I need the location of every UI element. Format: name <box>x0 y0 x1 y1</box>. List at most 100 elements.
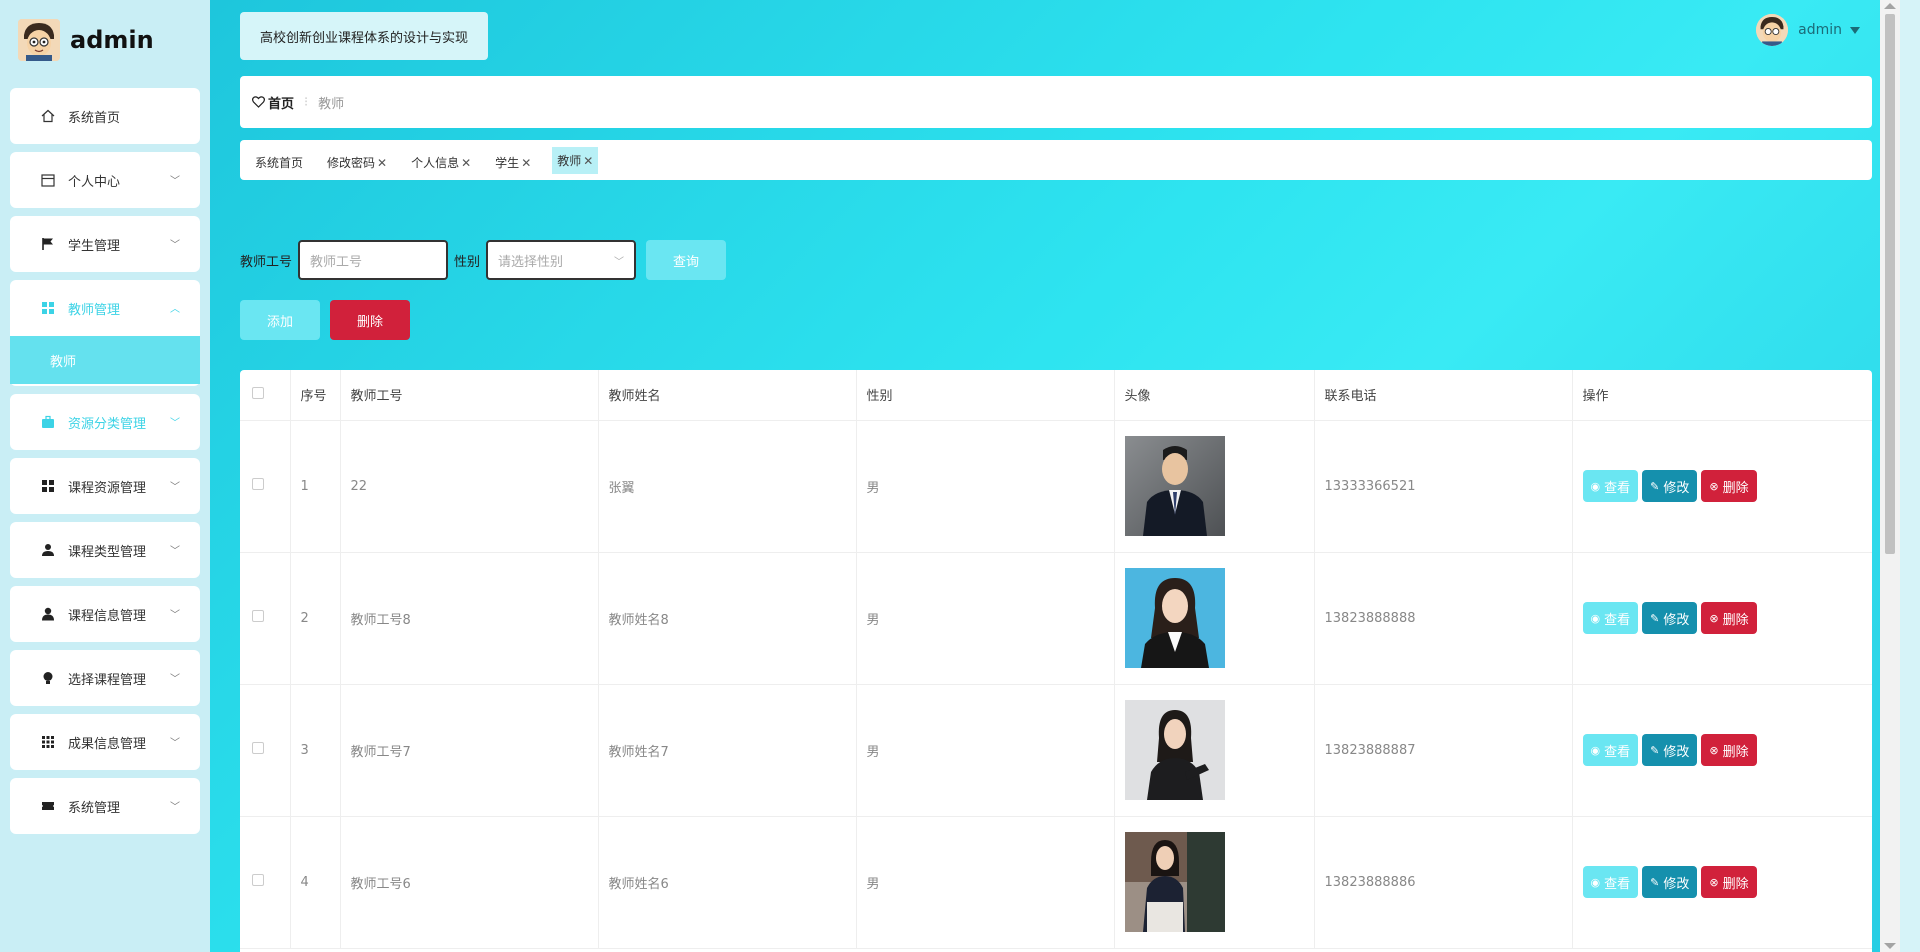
view-button[interactable]: ◉ 查看 <box>1582 866 1639 898</box>
close-icon[interactable]: ✕ <box>583 154 593 168</box>
scroll-up-arrow-icon[interactable] <box>1884 3 1896 9</box>
tag-label: 教师 <box>557 154 582 168</box>
cell-phone: 13333366521 <box>1314 420 1573 553</box>
edit-button[interactable]: ✎ 修改 <box>1642 866 1698 898</box>
row-checkbox[interactable] <box>252 610 264 622</box>
submenu-item-teacher[interactable]: 教师 <box>10 336 200 384</box>
teacher-table: 序号 教师工号 教师姓名 性别 头像 联系电话 操作 1 22 张翼 男 133… <box>240 370 1872 952</box>
menu-item-course-resource[interactable]: 课程资源管理 ﹀ <box>10 458 200 514</box>
delete-button[interactable]: ⊗ 删除 <box>1701 470 1757 502</box>
cell-photo <box>1114 816 1315 949</box>
table-row: 1 22 张翼 男 13333366521 ◉ 查看 ✎ 修改 ⊗ 删除 <box>240 420 1872 553</box>
table-row: 4 教师工号6 教师姓名6 男 13823888886 ◉ 查看 ✎ 修改 ⊗ … <box>240 816 1872 949</box>
menu-label: 课程类型管理 <box>68 544 147 560</box>
cell-teacher-name: 教师姓名6 <box>598 816 857 949</box>
edit-button[interactable]: ✎ 修改 <box>1642 602 1698 634</box>
breadcrumb-home[interactable]: 首页 <box>252 93 294 112</box>
cell-index: 2 <box>290 552 341 685</box>
chevron-down-icon: ﹀ <box>170 482 180 493</box>
chevron-down-icon: ﹀ <box>170 176 180 187</box>
menu-item-course-type[interactable]: 课程类型管理 ﹀ <box>10 522 200 578</box>
delete-button[interactable]: ⊗ 删除 <box>1701 602 1757 634</box>
tag-home[interactable]: 系统首页 <box>252 151 306 174</box>
menu-item-course-selection[interactable]: 选择课程管理 ﹀ <box>10 650 200 706</box>
view-label: 查看 <box>1604 480 1631 496</box>
row-checkbox[interactable] <box>252 478 264 490</box>
pencil-icon: ✎ <box>1650 743 1660 757</box>
menu-label: 选择课程管理 <box>68 672 147 688</box>
main-area: 高校创新创业课程体系的设计与实现 admin 首页 ⁝ 教师 系统首页 修改密码… <box>210 0 1900 952</box>
col-header: 性别 <box>856 370 1115 421</box>
heart-icon <box>252 96 265 108</box>
menu-item-system[interactable]: 系统管理 ﹀ <box>10 778 200 834</box>
user-name: admin <box>1798 22 1842 38</box>
menu-item-teachers[interactable]: 教师管理 ︿ <box>10 280 200 336</box>
scrollbar-thumb[interactable] <box>1885 14 1895 554</box>
tag-label: 修改密码 <box>327 156 376 170</box>
batch-delete-button[interactable]: 删除 <box>330 300 410 340</box>
menu-item-achievements[interactable]: 成果信息管理 ﹀ <box>10 714 200 770</box>
cell-teacher-name: 张翼 <box>598 420 857 553</box>
page-scrollbar[interactable] <box>1880 0 1900 952</box>
edit-button[interactable]: ✎ 修改 <box>1642 470 1698 502</box>
chevron-down-icon: ﹀ <box>170 546 180 557</box>
cell-teacher-id: 教师工号8 <box>340 552 599 685</box>
user-icon <box>40 606 56 622</box>
edit-button[interactable]: ✎ 修改 <box>1642 734 1698 766</box>
tag-label: 个人信息 <box>411 156 460 170</box>
view-label: 查看 <box>1604 612 1631 628</box>
menu-item-course-info[interactable]: 课程信息管理 ﹀ <box>10 586 200 642</box>
close-icon[interactable]: ✕ <box>377 156 387 170</box>
delete-button[interactable]: ⊗ 删除 <box>1701 866 1757 898</box>
cell-phone: 13823888887 <box>1314 684 1573 817</box>
menu-item-personal[interactable]: 个人中心 ﹀ <box>10 152 200 208</box>
tag-change-password[interactable]: 修改密码 ✕ <box>324 151 390 174</box>
tags-bar: 系统首页 修改密码 ✕ 个人信息 ✕ 学生 ✕ 教师 ✕ <box>240 140 1872 180</box>
gender-select[interactable]: 请选择性别 ﹀ <box>486 240 637 280</box>
teacher-id-input[interactable]: 教师工号 <box>298 240 449 280</box>
scroll-down-arrow-icon[interactable] <box>1884 943 1896 949</box>
menu-label: 资源分类管理 <box>68 416 147 432</box>
menu-label: 教师管理 <box>68 302 121 318</box>
cell-teacher-id: 教师工号7 <box>340 684 599 817</box>
cell-teacher-id: 教师工号6 <box>340 816 599 949</box>
pencil-icon: ✎ <box>1650 611 1660 625</box>
close-icon[interactable]: ✕ <box>461 156 471 170</box>
cell-photo <box>1114 420 1315 553</box>
table-row: 2 教师工号8 教师姓名8 男 13823888888 ◉ 查看 ✎ 修改 ⊗ … <box>240 552 1872 685</box>
calendar-icon <box>40 172 56 188</box>
menu-item-resource-category[interactable]: 资源分类管理 ﹀ <box>10 394 200 450</box>
menu-item-home[interactable]: 系统首页 <box>10 88 200 144</box>
cell-photo <box>1114 684 1315 817</box>
select-all-checkbox[interactable] <box>252 386 264 399</box>
user-avatar <box>1756 14 1789 46</box>
row-checkbox[interactable] <box>252 742 264 754</box>
chevron-down-icon: ﹀ <box>170 240 180 251</box>
menu-label: 课程信息管理 <box>68 608 147 624</box>
col-header: 教师工号 <box>340 370 599 421</box>
delete-button[interactable]: ⊗ 删除 <box>1701 734 1757 766</box>
col-header: 操作 <box>1572 370 1872 421</box>
menu-item-students[interactable]: 学生管理 ﹀ <box>10 216 200 272</box>
close-icon[interactable]: ✕ <box>521 156 531 170</box>
action-bar: 添加 删除 <box>240 300 410 340</box>
query-button[interactable]: 查询 <box>646 240 727 280</box>
pencil-icon: ✎ <box>1650 479 1660 493</box>
row-checkbox[interactable] <box>252 874 264 886</box>
teacher-photo <box>1124 832 1225 932</box>
add-button[interactable]: 添加 <box>240 300 320 340</box>
select-all-cell <box>240 370 291 421</box>
edit-label: 修改 <box>1663 744 1690 760</box>
edit-label: 修改 <box>1663 612 1690 628</box>
col-header: 头像 <box>1114 370 1315 421</box>
view-button[interactable]: ◉ 查看 <box>1582 602 1639 634</box>
user-menu[interactable]: admin <box>1756 14 1860 46</box>
tag-personal-info[interactable]: 个人信息 ✕ <box>408 151 474 174</box>
view-button[interactable]: ◉ 查看 <box>1582 470 1639 502</box>
eye-icon: ◉ <box>1590 875 1601 889</box>
delete-label: 删除 <box>1722 480 1749 496</box>
tag-teacher[interactable]: 教师 ✕ <box>552 147 599 174</box>
delete-label: 删除 <box>1722 612 1749 628</box>
view-button[interactable]: ◉ 查看 <box>1582 734 1639 766</box>
tag-student[interactable]: 学生 ✕ <box>492 151 534 174</box>
